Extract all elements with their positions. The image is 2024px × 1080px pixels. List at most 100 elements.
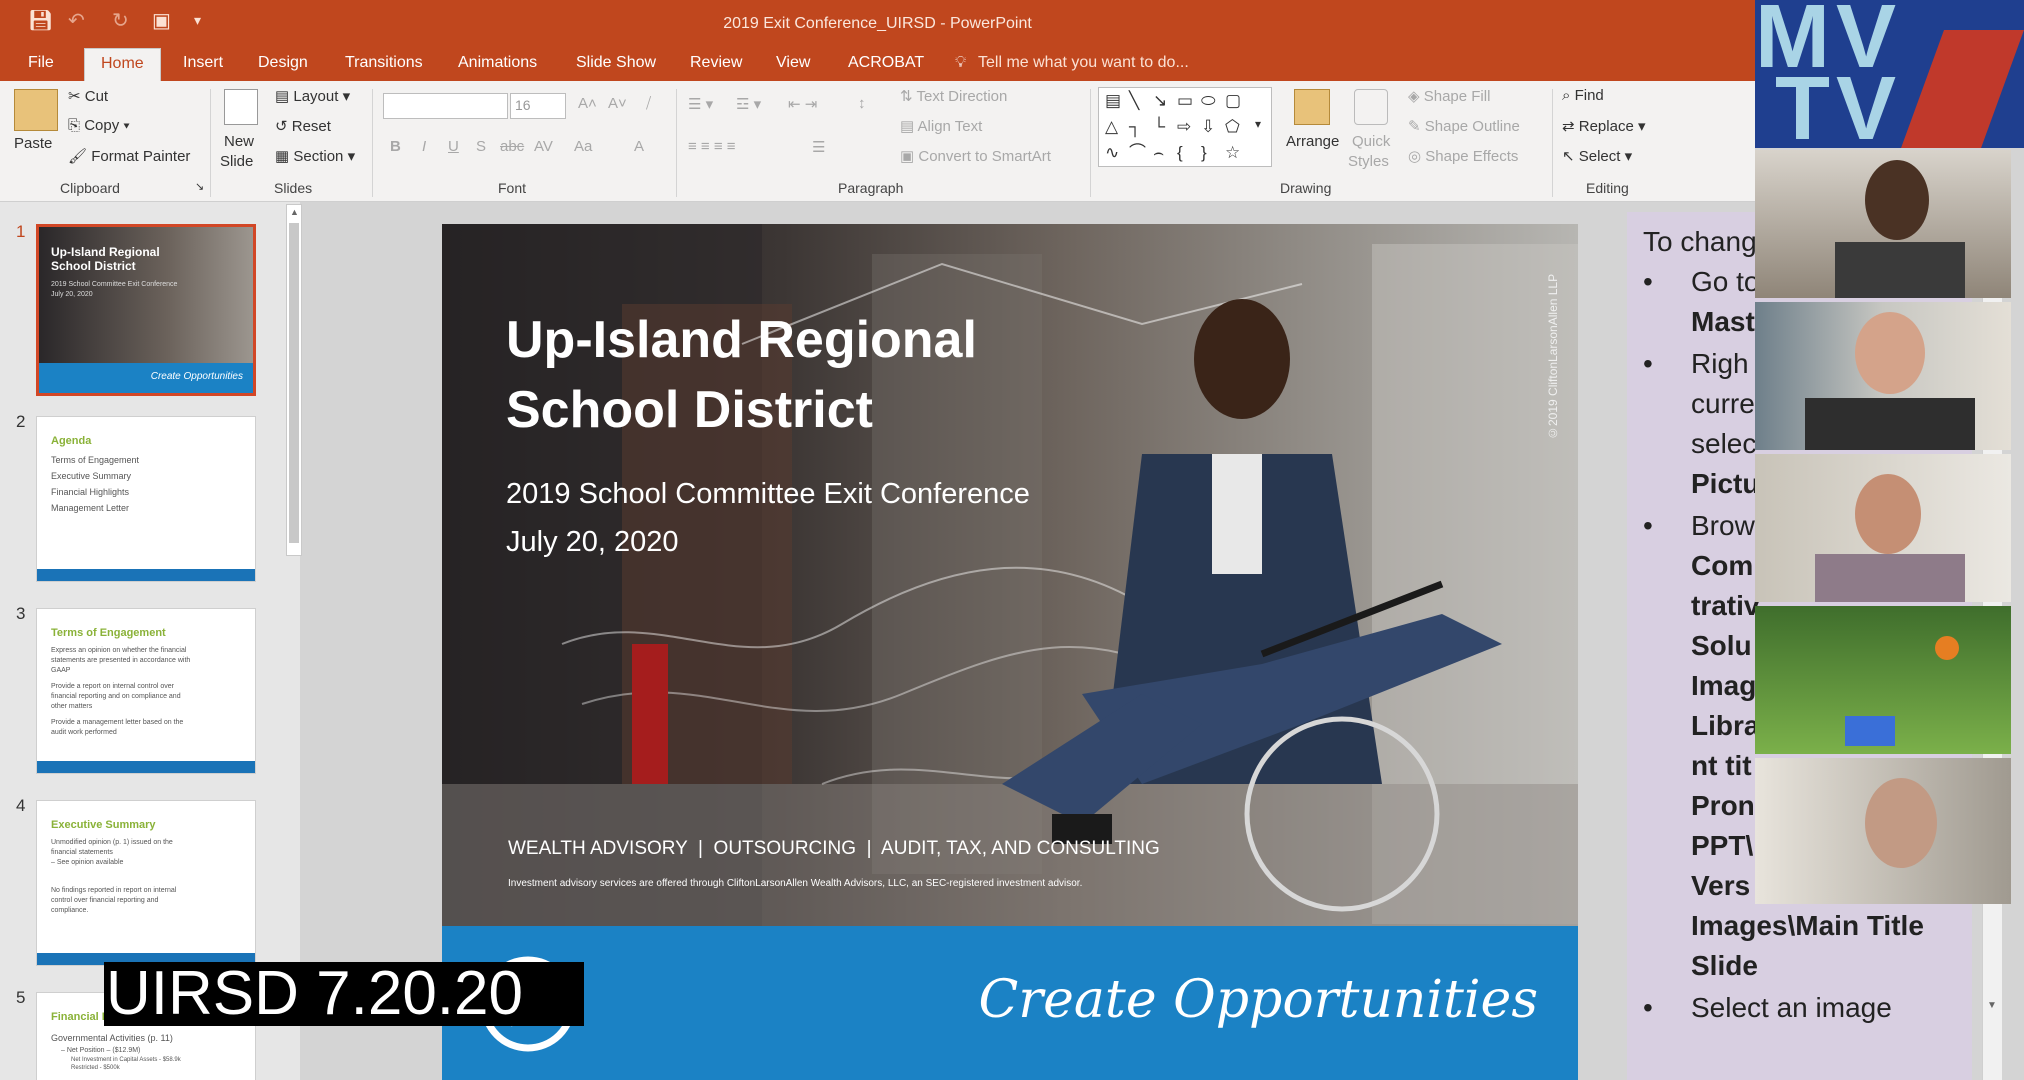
clear-format-icon[interactable]: ⧸ [646, 95, 651, 112]
grow-font-icon[interactable]: A˄ [578, 95, 597, 112]
star-shape-icon[interactable]: ☆ [1225, 144, 1240, 161]
slide-title-line1[interactable]: Up-Island Regional [506, 310, 977, 370]
cut-button[interactable]: ✂ Cut [68, 87, 108, 105]
line-shape-icon[interactable]: ╲ [1129, 92, 1139, 109]
brace-left-shape-icon[interactable]: { [1177, 144, 1183, 161]
thumbnail-scrollbar[interactable]: ▲ [286, 204, 302, 556]
elbow-shape-icon[interactable]: └ [1153, 118, 1165, 135]
slide-thumbnails-pane[interactable]: 1 Up-Island Regional School District 201… [0, 202, 300, 1080]
tab-transitions[interactable]: Transitions [345, 54, 423, 72]
textbox-shape-icon[interactable]: ▤ [1105, 92, 1121, 109]
slide-thumbnail-2[interactable]: Agenda Terms of Engagement Executive Sum… [36, 416, 256, 582]
slide-thumbnail-4[interactable]: Executive Summary Unmodified opinion (p.… [36, 800, 256, 966]
char-spacing-button[interactable]: AV [534, 138, 553, 155]
numbering-icon[interactable]: ☲ ▾ [736, 95, 761, 113]
video-tile-participant-3[interactable] [1755, 454, 2011, 602]
tab-animations[interactable]: Animations [458, 54, 537, 72]
slide-date[interactable]: July 20, 2020 [506, 526, 679, 559]
triangle-shape-icon[interactable]: △ [1105, 118, 1118, 135]
tab-design[interactable]: Design [258, 54, 308, 72]
smartart-button[interactable]: ▣ Convert to SmartArt [900, 147, 1051, 165]
connector-shape-icon[interactable]: ┐ [1129, 118, 1141, 135]
layout-button[interactable]: ▤ Layout ▾ [275, 87, 350, 105]
video-tile-participant-4[interactable] [1755, 606, 2011, 754]
thumb-line: 2019 School Committee Exit Conference [51, 281, 178, 288]
shapes-gallery[interactable]: ▤ ╲ ↘ ▭ ⬭ ▢ △ ┐ └ ⇨ ⇩ ⬠ ∿ ⌒ ⌢ { } ☆ ▾ [1098, 87, 1272, 167]
video-tile-participant-5[interactable] [1755, 758, 2011, 904]
gallery-more-icon[interactable]: ▾ [1255, 118, 1261, 130]
tell-me-search[interactable]: Tell me what you want to do... [978, 54, 1189, 72]
font-color-button[interactable]: A [634, 138, 644, 155]
pentagon-shape-icon[interactable]: ⬠ [1225, 118, 1240, 135]
scroll-up-icon[interactable]: ▲ [290, 207, 299, 217]
quick-styles-icon[interactable] [1354, 89, 1388, 125]
rounded-rect-shape-icon[interactable]: ▢ [1225, 92, 1241, 109]
slide-copyright[interactable]: ©2019 CliftonLarsonAllen LLP [1546, 240, 1560, 440]
indent-icon[interactable]: ⇤ ⇥ [788, 95, 817, 113]
reset-button[interactable]: ↺ Reset [275, 117, 331, 135]
rectangle-shape-icon[interactable]: ▭ [1177, 92, 1193, 109]
shape-effects-button[interactable]: ◎ Shape Effects [1408, 147, 1518, 165]
paste-button[interactable]: Paste [14, 135, 52, 152]
scrollbar-thumb[interactable] [289, 223, 299, 543]
paste-icon[interactable] [14, 89, 58, 131]
copy-button[interactable]: ⎘ Copy ▾ [68, 117, 130, 134]
tab-home[interactable]: Home [84, 48, 161, 81]
replace-button[interactable]: ⇄ Replace ▾ [1562, 117, 1646, 135]
shadow-button[interactable]: S [476, 138, 486, 155]
clipboard-launcher-icon[interactable]: ↘ [195, 180, 204, 193]
find-button[interactable]: ⌕ Find [1562, 87, 1604, 104]
underline-button[interactable]: U [448, 138, 459, 155]
arrow-line-shape-icon[interactable]: ↘ [1153, 92, 1167, 109]
text-direction-button[interactable]: ⇅ Text Direction [900, 87, 1007, 105]
quick-styles-button[interactable]: Quick [1352, 133, 1390, 150]
tab-file[interactable]: File [28, 54, 54, 72]
strikethrough-button[interactable]: abc [500, 138, 524, 155]
align-text-button[interactable]: ▤ Align Text [900, 117, 982, 135]
align-icons[interactable]: ≡ ≡ ≡ ≡ [688, 138, 736, 155]
quick-styles-button-line2[interactable]: Styles [1348, 153, 1389, 170]
right-arrow-shape-icon[interactable]: ⇨ [1177, 118, 1191, 135]
video-tile-participant-1[interactable] [1755, 150, 2011, 298]
tab-insert[interactable]: Insert [183, 54, 223, 72]
shrink-font-icon[interactable]: A˅ [608, 95, 627, 112]
section-button[interactable]: ▦ Section ▾ [275, 147, 355, 165]
slide-thumbnail-3[interactable]: Terms of Engagement Express an opinion o… [36, 608, 256, 774]
select-button[interactable]: ↖ Select ▾ [1562, 147, 1632, 165]
new-slide-button-line2[interactable]: Slide [220, 153, 253, 170]
slide-disclaimer[interactable]: Investment advisory services are offered… [508, 878, 1082, 889]
oval-shape-icon[interactable]: ⬭ [1201, 92, 1216, 109]
new-slide-button[interactable]: New [224, 133, 254, 150]
slide-tagline[interactable]: Create Opportunities [979, 970, 1538, 1030]
arc-shape-icon[interactable]: ⌒ [1129, 144, 1146, 161]
current-slide[interactable]: Up-Island Regional School District 2019 … [442, 224, 1578, 1080]
arrange-icon[interactable] [1294, 89, 1330, 125]
slide-services-line[interactable]: WEALTH ADVISORY | OUTSOURCING | AUDIT, T… [508, 838, 1160, 860]
tab-review[interactable]: Review [690, 54, 742, 72]
down-arrow-shape-icon[interactable]: ⇩ [1201, 118, 1215, 135]
change-case-button[interactable]: Aa [574, 138, 592, 155]
format-painter-button[interactable]: 🖌︎ Format Painter [68, 147, 190, 165]
new-slide-icon[interactable] [224, 89, 258, 125]
italic-button[interactable]: I [422, 138, 426, 155]
tab-slide-show[interactable]: Slide Show [576, 54, 656, 72]
columns-icon[interactable]: ☰ [812, 138, 825, 156]
brace-right-shape-icon[interactable]: } [1201, 144, 1207, 161]
line-spacing-icon[interactable]: ↕ [858, 95, 866, 112]
scroll-down-icon[interactable]: ▼ [1987, 1000, 1997, 1011]
video-tile-participant-2[interactable] [1755, 302, 2011, 450]
bullets-icon[interactable]: ☰ ▾ [688, 95, 713, 113]
freeform-shape-icon[interactable]: ⌢ [1153, 144, 1164, 161]
font-name-input[interactable] [383, 93, 508, 119]
tab-acrobat[interactable]: ACROBAT [848, 54, 924, 72]
slide-title-line2[interactable]: School District [506, 380, 873, 440]
shape-fill-button[interactable]: ◈ Shape Fill [1408, 87, 1490, 105]
shape-outline-button[interactable]: ✎ Shape Outline [1408, 117, 1520, 135]
tab-view[interactable]: View [776, 54, 810, 72]
slide-thumbnail-1[interactable]: Up-Island Regional School District 2019 … [36, 224, 256, 396]
bold-button[interactable]: B [390, 138, 401, 155]
font-size-input[interactable]: 16 [510, 93, 566, 119]
curve-shape-icon[interactable]: ∿ [1105, 144, 1119, 161]
slide-subtitle[interactable]: 2019 School Committee Exit Conference [506, 478, 1030, 511]
arrange-button[interactable]: Arrange [1286, 133, 1339, 150]
